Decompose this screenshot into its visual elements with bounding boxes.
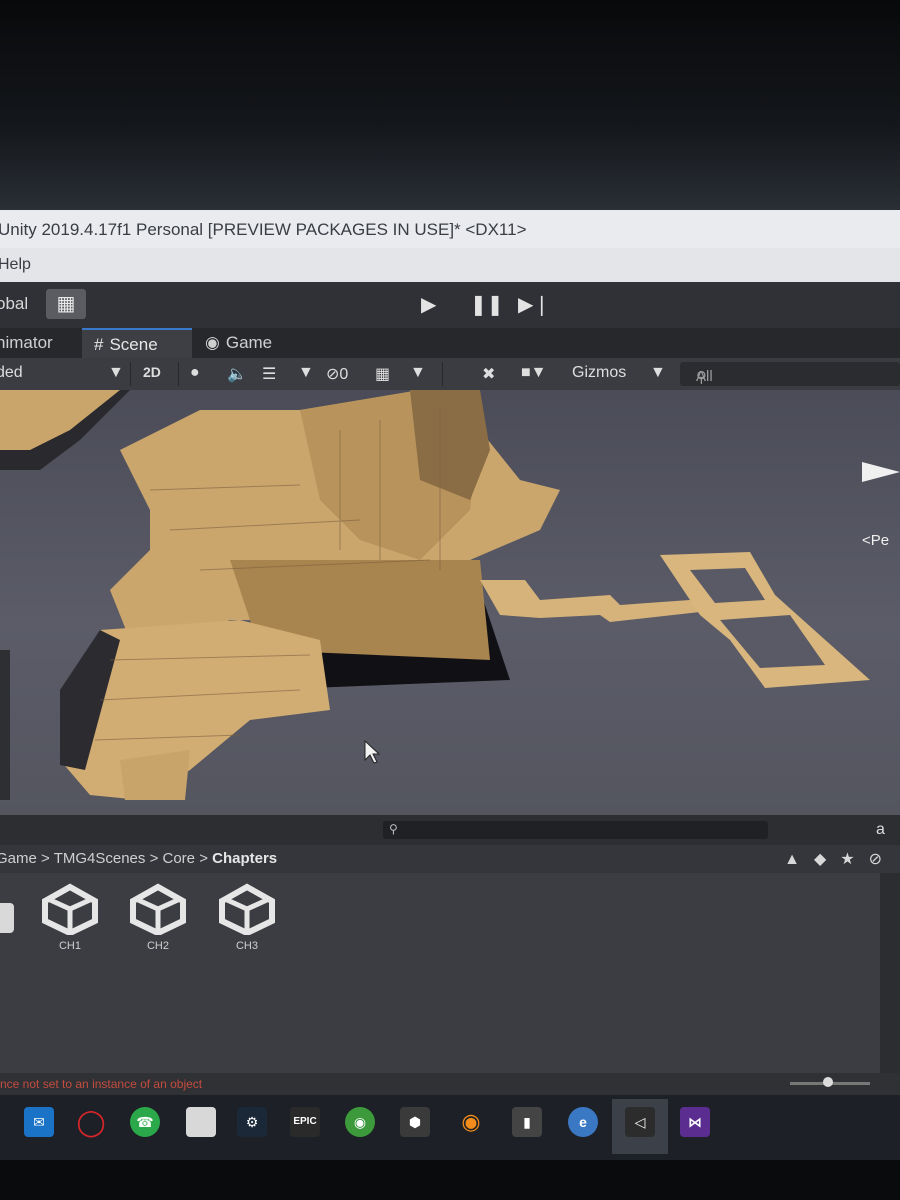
effects-toggle-icon[interactable]: ☰	[262, 364, 276, 384]
hierarchy-panel-edge	[0, 650, 10, 800]
lock-icon[interactable]: a	[876, 821, 885, 839]
shading-mode-dropdown[interactable]: ded	[0, 364, 23, 382]
unity-hub-icon[interactable]: ⬢	[400, 1107, 430, 1137]
blender-icon[interactable]: ◉	[456, 1107, 486, 1137]
pause-icon[interactable]: ❚❚	[470, 292, 504, 317]
asset-label: CH3	[235, 940, 258, 952]
breadcrumb-separator: >	[41, 850, 54, 867]
windows-taskbar: ✉ ◯ ☎ ⚙ EPIC ◉ ⬢ ◉ ▮ e ◁ ⋈	[0, 1095, 900, 1160]
project-tool-icons: ▲◆★⊘	[784, 849, 896, 869]
monitor-bottom-bezel	[0, 1160, 900, 1200]
tab-scene-label: Scene	[109, 335, 158, 354]
tab-scene[interactable]: # Scene	[82, 328, 192, 358]
asset-item-ch2[interactable]: CH2	[118, 883, 198, 952]
unity-editor-window: Unity 2019.4.17f1 Personal [PREVIEW PACK…	[0, 210, 900, 1160]
scene-view-toolbar: ded ▼ 2D ● 🔈 ☰ ▼ ⊘0 ▦ ▼ ✖ ■▼ Gizmos ▼ ⚲ …	[0, 358, 900, 390]
tab-animator-label: nimator	[0, 333, 53, 352]
tab-game[interactable]: ◉ Game	[205, 328, 272, 358]
folder-icon[interactable]	[0, 903, 14, 933]
tab-animator[interactable]: nimator	[0, 328, 53, 358]
breadcrumb-separator: >	[199, 850, 213, 867]
app-icon[interactable]: ▮	[512, 1107, 542, 1137]
2d-toggle-button[interactable]: 2D	[143, 364, 161, 380]
favorite-star-icon[interactable]: ★	[840, 851, 868, 868]
steam-icon[interactable]: ⚙	[237, 1107, 267, 1137]
unity-scene-icon	[130, 883, 186, 937]
breadcrumb-core[interactable]: Core	[163, 850, 196, 867]
pivot-global-toggle[interactable]: obal	[0, 294, 28, 314]
scene-hash-icon: #	[94, 335, 104, 354]
breadcrumb-separator: >	[149, 850, 163, 867]
filter-by-type-icon[interactable]: ▲	[784, 851, 814, 868]
breadcrumb-tmg4scenes[interactable]: TMG4Scenes	[54, 850, 146, 867]
visual-studio-icon[interactable]: ⋈	[680, 1107, 710, 1137]
project-panel-header: ⚲ a	[0, 815, 900, 845]
whatsapp-icon[interactable]: ☎	[130, 1107, 160, 1137]
hidden-objects-toggle[interactable]: ⊘0	[326, 364, 348, 384]
divider	[130, 362, 131, 386]
epic-games-icon[interactable]: EPIC	[290, 1107, 320, 1137]
title-bar: Unity 2019.4.17f1 Personal [PREVIEW PACK…	[0, 210, 900, 248]
hidden-count: 0	[339, 366, 349, 383]
menu-help[interactable]: Help	[0, 256, 31, 274]
tools-icon[interactable]: ✖	[482, 364, 495, 384]
filter-by-label-icon[interactable]: ◆	[814, 851, 840, 868]
chevron-down-icon[interactable]: ▼	[298, 364, 314, 382]
camera-icon[interactable]: ■▼	[521, 364, 547, 382]
asset-label: CH1	[58, 940, 81, 952]
status-bar: nce not set to an instance of an object	[0, 1073, 900, 1095]
perspective-label[interactable]: <Pe	[862, 532, 889, 549]
divider	[442, 362, 443, 386]
unity-scene-icon	[42, 883, 98, 937]
eye-slash-icon: ⊘	[326, 366, 340, 383]
outlook-icon[interactable]: ✉	[24, 1107, 54, 1137]
scene-search-input[interactable]: ⚲ All	[680, 362, 900, 386]
edge-icon[interactable]: e	[568, 1107, 598, 1137]
console-error-message[interactable]: nce not set to an instance of an object	[0, 1077, 202, 1091]
step-icon[interactable]: ▶❘	[518, 292, 550, 317]
audio-toggle-icon[interactable]: 🔈	[227, 364, 247, 384]
divider	[178, 362, 179, 386]
asset-item-ch1[interactable]: CH1	[30, 883, 110, 952]
icon-size-slider-handle[interactable]	[823, 1077, 833, 1087]
scene-gizmo-arrow-icon[interactable]	[862, 462, 900, 482]
chevron-down-icon[interactable]: ▼	[410, 364, 426, 382]
mouse-cursor-icon	[364, 740, 380, 764]
breadcrumb: Game > TMG4Scenes > Core > Chapters ▲◆★⊘	[0, 845, 900, 873]
main-toolbar: obal ▦ ▶ ❚❚ ▶❘	[0, 282, 900, 328]
play-icon[interactable]: ▶	[421, 292, 436, 317]
scene-search-placeholder: All	[696, 368, 713, 385]
gamepad-icon: ◉	[205, 333, 220, 352]
level-geometry	[0, 390, 870, 800]
window-title: Unity 2019.4.17f1 Personal [PREVIEW PACK…	[0, 220, 527, 239]
project-scrollbar[interactable]	[880, 873, 900, 1073]
hidden-packages-icon[interactable]: ⊘	[869, 851, 896, 868]
tab-game-label: Game	[225, 333, 273, 352]
asset-label: CH2	[146, 940, 169, 952]
breadcrumb-game[interactable]: Game	[0, 850, 37, 867]
gizmos-dropdown[interactable]: Gizmos	[572, 364, 626, 382]
opera-icon[interactable]: ◯	[76, 1107, 106, 1137]
chevron-down-icon[interactable]: ▼	[108, 364, 124, 382]
menu-bar: Help	[0, 248, 900, 282]
folder-icon[interactable]	[186, 1107, 216, 1137]
search-icon: ⚲	[389, 822, 398, 836]
scene-viewport[interactable]: <Pe	[0, 390, 900, 815]
chevron-down-icon[interactable]: ▼	[650, 364, 666, 382]
monitor-top-bezel	[0, 0, 900, 210]
project-search-input[interactable]: ⚲	[383, 821, 768, 839]
chrome-icon[interactable]: ◉	[345, 1107, 375, 1137]
editor-tab-row: nimator # Scene ◉ Game	[0, 328, 900, 358]
unity-icon[interactable]: ◁	[625, 1107, 655, 1137]
grid-snap-icon[interactable]: ▦	[46, 289, 86, 319]
grid-visibility-icon[interactable]: ▦	[375, 364, 390, 384]
breadcrumb-chapters[interactable]: Chapters	[212, 850, 277, 867]
lighting-toggle-icon[interactable]: ●	[190, 364, 200, 382]
project-asset-grid: CH1 CH2 CH3	[0, 873, 880, 1073]
unity-scene-icon	[219, 883, 275, 937]
asset-item-ch3[interactable]: CH3	[207, 883, 287, 952]
